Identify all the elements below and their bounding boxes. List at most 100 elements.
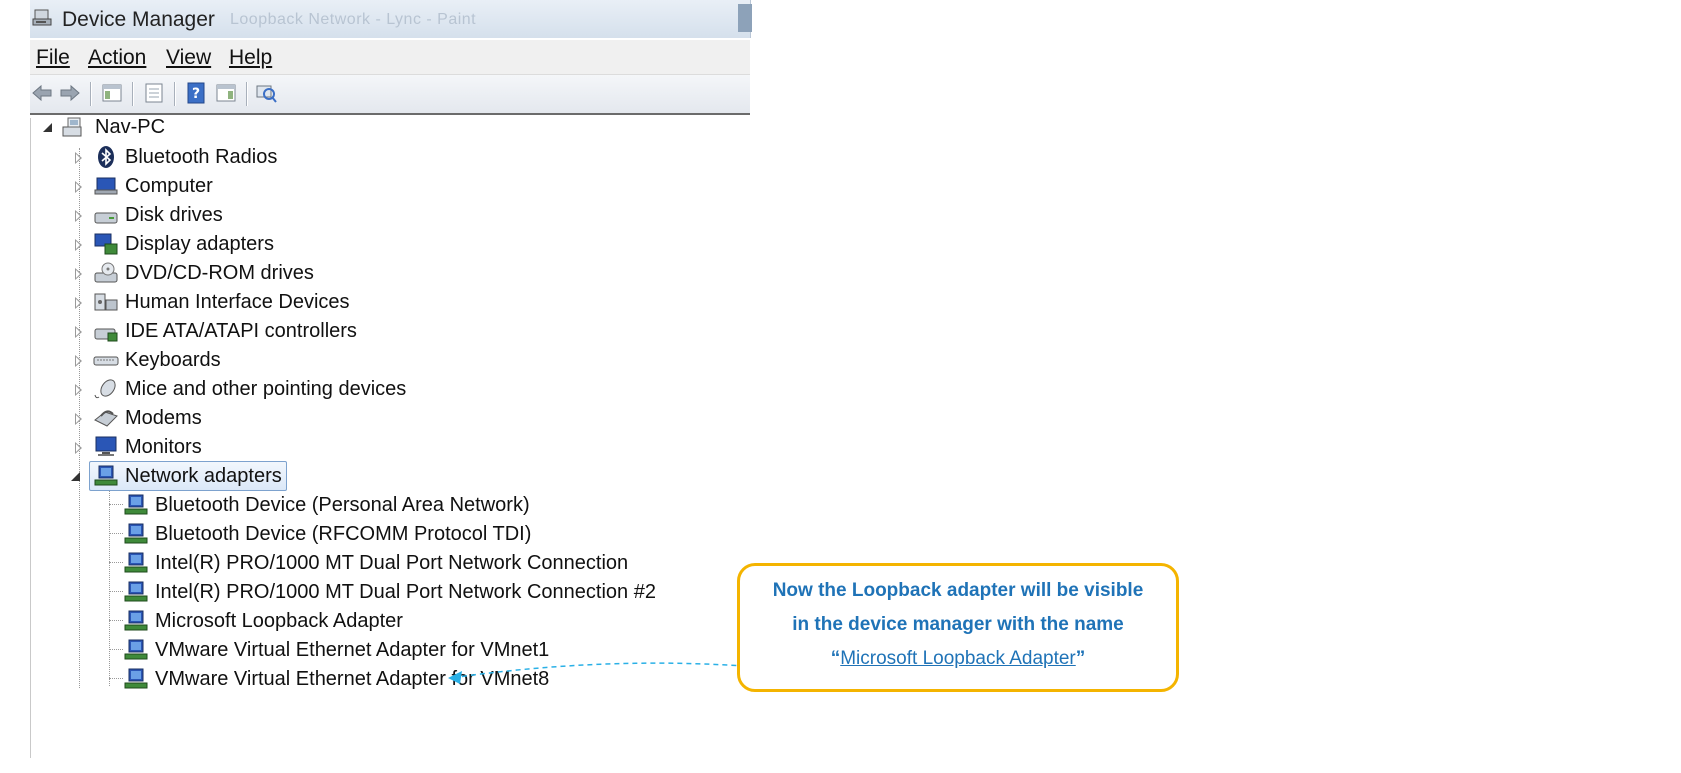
show-hide-console-tree-icon[interactable] [100, 81, 124, 105]
scan-hardware-icon[interactable] [254, 81, 278, 105]
menu-action-label: Action [88, 46, 147, 69]
expand-arrow-icon[interactable] [75, 442, 82, 454]
callout-link-microsoft-loopback-adapter[interactable]: Microsoft Loopback Adapter [840, 648, 1076, 669]
network-adapter-icon [94, 465, 118, 486]
toolbar: ? [30, 75, 750, 115]
close-quote: ” [1075, 648, 1086, 669]
network-adapter-device-icon [124, 523, 148, 544]
menu-view[interactable]: View [166, 46, 211, 70]
tree-device-row[interactable]: Intel(R) PRO/1000 MT Dual Port Network C… [31, 550, 631, 576]
menu-help[interactable]: Help [229, 46, 272, 70]
menu-file[interactable]: File [36, 46, 70, 70]
tree-device-row[interactable]: VMware Virtual Ethernet Adapter for VMne… [31, 637, 591, 663]
device-tree: Nav-PC Bluetooth Radios Computer Disk dr… [30, 116, 751, 758]
tree-category-display-adapters[interactable]: Display adapters [31, 231, 431, 257]
title-bar: Device Manager Loopback Network - Lync -… [30, 0, 752, 38]
expand-arrow-icon[interactable] [75, 268, 82, 280]
category-label: Keyboards [125, 349, 221, 371]
device-label: Intel(R) PRO/1000 MT Dual Port Network C… [155, 552, 629, 574]
expand-arrow-icon[interactable] [75, 152, 82, 164]
display-adapter-icon [94, 233, 118, 255]
category-label: Bluetooth Radios [125, 146, 278, 168]
tree-root-label: Nav-PC [95, 116, 166, 138]
category-label: Monitors [125, 436, 202, 458]
collapse-arrow-icon[interactable] [71, 472, 80, 481]
back-icon[interactable] [30, 81, 54, 105]
computer-root-icon [62, 117, 82, 137]
toolbar-separator [174, 82, 176, 106]
menu-action[interactable]: Action [88, 46, 146, 70]
tree-category-keyboards[interactable]: Keyboards [31, 347, 431, 373]
tree-device-row[interactable]: VMware Virtual Ethernet Adapter for VMne… [31, 666, 591, 692]
tree-device-row[interactable]: Intel(R) PRO/1000 MT Dual Port Network C… [31, 579, 671, 605]
callout-line-2: in the device manager with the name [792, 614, 1124, 635]
callout-line-1: Now the Loopback adapter will be visible [772, 580, 1144, 601]
device-label: Microsoft Loopback Adapter [155, 610, 403, 632]
device-label: Bluetooth Device (RFCOMM Protocol TDI) [155, 523, 532, 545]
mouse-icon [94, 379, 116, 399]
tree-category-mice-and-other-pointing-devices[interactable]: Mice and other pointing devices [31, 376, 481, 402]
tree-category-bluetooth-radios[interactable]: Bluetooth Radios [31, 144, 431, 170]
tree-category-monitors[interactable]: Monitors [31, 434, 431, 460]
tree-category-network-adapters[interactable]: Network adapters [31, 461, 331, 491]
network-adapter-device-icon [124, 668, 148, 689]
expand-arrow-icon[interactable] [75, 181, 82, 193]
monitor-icon [95, 436, 117, 456]
category-label: Computer [125, 175, 213, 197]
category-label: IDE ATA/ATAPI controllers [125, 320, 357, 342]
toolbar-separator [246, 82, 248, 106]
tree-category-dvd-cd-rom-drives[interactable]: DVD/CD-ROM drives [31, 260, 431, 286]
network-adapter-device-icon [124, 610, 148, 631]
device-label: Intel(R) PRO/1000 MT Dual Port Network C… [155, 581, 656, 603]
computer-icon [94, 177, 118, 195]
modem-icon [94, 410, 118, 427]
device-manager-app-icon [32, 9, 52, 26]
category-label: Display adapters [125, 233, 274, 255]
expand-arrow-icon[interactable] [75, 355, 82, 367]
hid-icon [94, 293, 118, 311]
network-adapter-device-icon [124, 581, 148, 602]
expand-arrow-icon[interactable] [75, 297, 82, 309]
caption-button[interactable] [738, 4, 752, 32]
tree-category-computer[interactable]: Computer [31, 173, 431, 199]
tree-device-row[interactable]: Bluetooth Device (RFCOMM Protocol TDI) [31, 521, 591, 547]
tree-category-ide-ata-atapi-controllers[interactable]: IDE ATA/ATAPI controllers [31, 318, 431, 344]
device-manager-window: Device Manager Loopback Network - Lync -… [30, 0, 752, 760]
category-label: Human Interface Devices [125, 291, 350, 313]
device-label: VMware Virtual Ethernet Adapter for VMne… [155, 668, 550, 690]
menu-help-label: Help [229, 46, 273, 69]
expand-arrow-icon[interactable] [75, 210, 82, 222]
window-title: Device Manager [62, 8, 215, 31]
expand-arrow-icon[interactable] [75, 384, 82, 396]
category-label: Mice and other pointing devices [125, 378, 407, 400]
open-quote: “ [830, 648, 841, 669]
toolbar-separator [132, 82, 134, 106]
callout-line-3: “Microsoft Loopback Adapter” [740, 648, 1176, 670]
tree-category-human-interface-devices[interactable]: Human Interface Devices [31, 289, 431, 315]
toolbar-separator [90, 82, 92, 106]
network-adapter-device-icon [124, 639, 148, 660]
tree-category-disk-drives[interactable]: Disk drives [31, 202, 431, 228]
bluetooth-icon [98, 146, 114, 168]
expand-arrow-icon[interactable] [75, 326, 82, 338]
category-label: DVD/CD-ROM drives [125, 262, 314, 284]
device-label: VMware Virtual Ethernet Adapter for VMne… [155, 639, 550, 661]
category-label: Disk drives [125, 204, 223, 226]
tree-device-row[interactable]: Bluetooth Device (Personal Area Network) [31, 492, 591, 518]
action-pane-icon[interactable] [214, 81, 238, 105]
menu-file-label: File [36, 46, 70, 69]
forward-icon[interactable] [58, 81, 82, 105]
tree-device-row-microsoft-loopback-adapter[interactable]: Microsoft Loopback Adapter [31, 608, 471, 634]
tree-root-nav-pc[interactable]: Nav-PC [31, 114, 231, 140]
collapse-arrow-icon[interactable] [43, 123, 52, 132]
category-label: Modems [125, 407, 202, 429]
dvd-drive-icon [94, 262, 118, 283]
properties-icon[interactable] [142, 81, 166, 105]
expand-arrow-icon[interactable] [75, 413, 82, 425]
background-window-title: Loopback Network - Lync - Paint [230, 11, 477, 28]
help-icon[interactable]: ? [184, 81, 208, 105]
tree-category-modems[interactable]: Modems [31, 405, 431, 431]
category-label: Network adapters [125, 465, 282, 487]
keyboard-icon [93, 356, 119, 366]
expand-arrow-icon[interactable] [75, 239, 82, 251]
